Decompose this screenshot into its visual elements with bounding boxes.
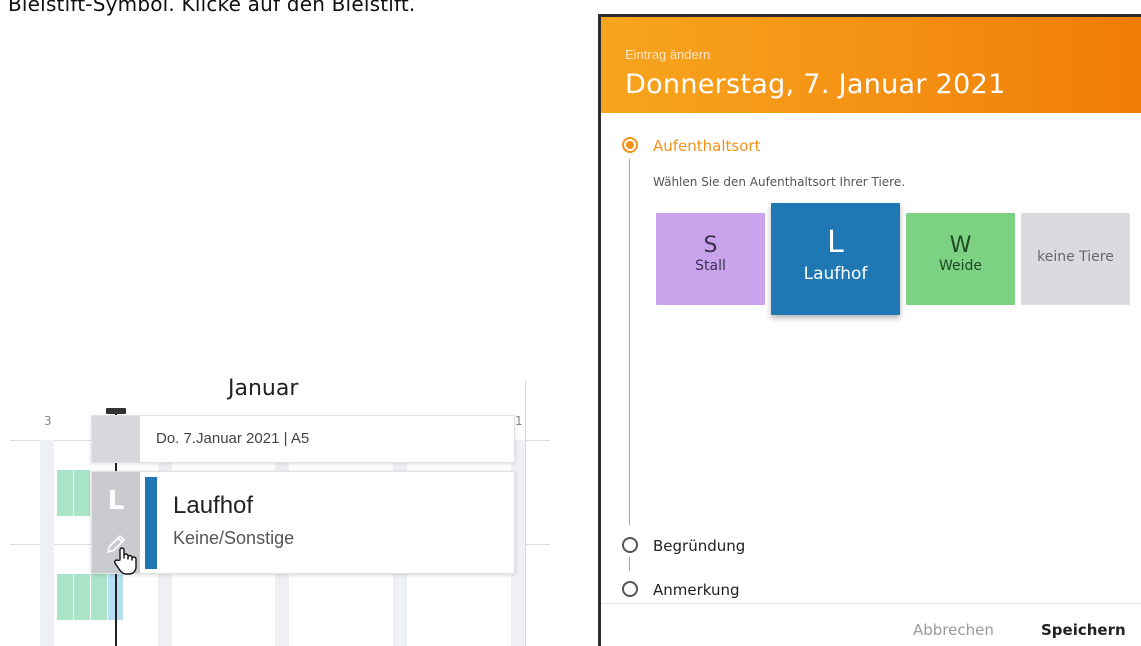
step-label-anmerkung[interactable]: Anmerkung <box>653 581 740 599</box>
calendar-entry-block[interactable] <box>91 574 108 620</box>
tooltip-title: Laufhof <box>173 492 254 519</box>
day-column <box>40 440 54 646</box>
step-label-aufenthaltsort[interactable]: Aufenthaltsort <box>653 137 760 155</box>
calendar-border <box>525 380 526 646</box>
tooltip-date: Do. 7.Januar 2021 | A5 <box>156 430 310 447</box>
day-number-end: 1 <box>515 414 523 428</box>
option-weide[interactable]: W Weide <box>906 213 1015 305</box>
tooltip-subtitle: Keine/Sonstige <box>173 528 295 548</box>
edit-entry-dialog: Eintrag ändern Donnerstag, 7. Januar 202… <box>598 14 1141 646</box>
step-radio-begruendung[interactable] <box>622 537 638 553</box>
save-button[interactable]: Speichern <box>1041 621 1126 639</box>
option-laufhof[interactable]: L Laufhof <box>771 203 900 315</box>
step-radio-aufenthaltsort[interactable] <box>622 137 638 153</box>
calendar-entry-block[interactable] <box>57 470 74 516</box>
option-name: keine Tiere <box>1037 249 1114 265</box>
step-connector <box>629 557 630 571</box>
today-marker-cap <box>106 408 126 414</box>
day-number-start: 3 <box>44 414 52 428</box>
dialog-title: Donnerstag, 7. Januar 2021 <box>625 69 1006 100</box>
tooltip-letter: L <box>107 486 125 516</box>
month-title: Januar <box>228 376 299 401</box>
option-letter: S <box>703 233 718 258</box>
tooltip-letter-box: L <box>92 472 140 575</box>
dialog-footer: Abbrechen Speichern <box>601 603 1141 646</box>
tooltip-header-swatch <box>92 416 140 462</box>
calendar-entry-block[interactable] <box>57 574 74 620</box>
hand-cursor-icon <box>114 547 137 575</box>
option-name: Stall <box>695 258 726 274</box>
dialog-header: Eintrag ändern Donnerstag, 7. Januar 202… <box>601 17 1141 113</box>
option-name: Weide <box>938 258 983 274</box>
dialog-overline: Eintrag ändern <box>625 47 711 62</box>
entry-tooltip-header: Do. 7.Januar 2021 | A5 <box>91 415 515 463</box>
option-name: Laufhof <box>803 264 868 284</box>
step-description: Wählen Sie den Aufenthaltsort Ihrer Tier… <box>653 175 906 189</box>
step-connector <box>629 159 630 525</box>
entry-tooltip-card: L Laufhof Keine/Sonstige <box>91 471 515 575</box>
step-radio-anmerkung[interactable] <box>622 581 638 597</box>
calendar-entry-block[interactable] <box>74 574 91 620</box>
option-letter: W <box>949 233 972 258</box>
step-label-begruendung[interactable]: Begründung <box>653 537 745 555</box>
cancel-button[interactable]: Abbrechen <box>913 621 994 639</box>
tooltip-accent-bar <box>145 477 157 569</box>
option-keine-tiere[interactable]: keine Tiere <box>1021 213 1130 305</box>
option-letter: L <box>827 225 844 260</box>
calendar-entry-block[interactable] <box>74 470 91 516</box>
instruction-text: Bleistift-Symbol. Klicke auf den Bleisti… <box>8 0 416 16</box>
option-stall[interactable]: S Stall <box>656 213 765 305</box>
